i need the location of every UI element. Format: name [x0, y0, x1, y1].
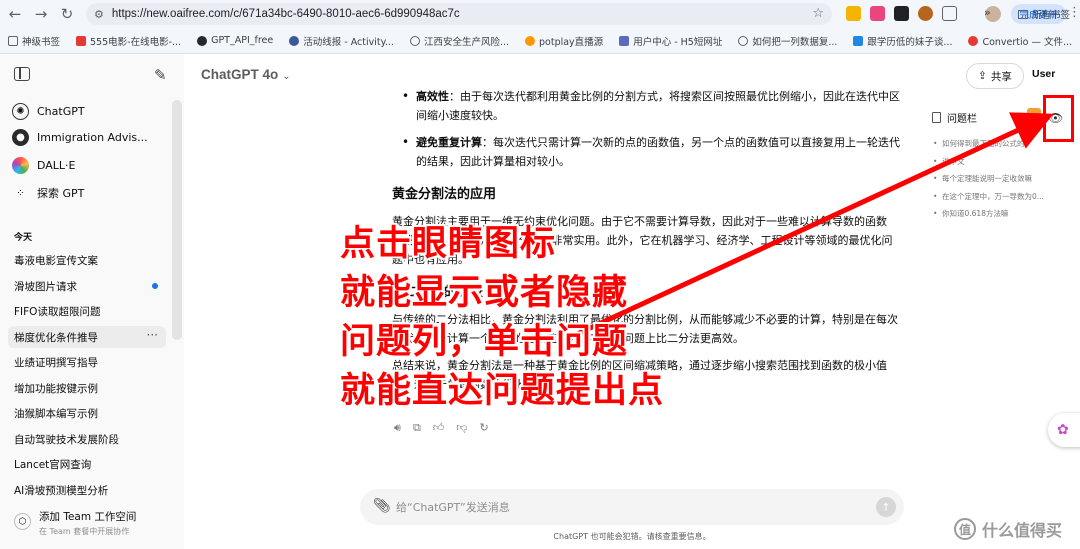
document-icon	[932, 112, 941, 123]
chat-history-item-active[interactable]: 梯度优化条件推导 ···	[8, 326, 166, 348]
folder-icon	[8, 35, 18, 46]
folder-icon	[1018, 9, 1028, 19]
extension-icons	[846, 6, 957, 21]
puzzle-icon[interactable]	[942, 6, 957, 21]
more-bookmarks-icon[interactable]: »	[984, 6, 991, 19]
bullet-efficiency: 高效性：由于每次迭代都利用黄金比例的分割方式，将搜索区间按照最优比例缩小，因此在…	[392, 87, 900, 125]
dalle-icon	[12, 156, 29, 174]
sidebar-item-dalle[interactable]: DALL·E	[12, 153, 172, 177]
globe-icon	[738, 35, 749, 46]
brain-float-button[interactable]: ✿	[1048, 413, 1080, 447]
share-icon: ⇪	[978, 70, 987, 82]
bullet-no-recompute: 避免重复计算：每次迭代只需计算一次新的点的函数值，另一个点的函数值可以直接复用上…	[392, 133, 900, 171]
site-info-icon[interactable]: ⚙	[94, 8, 104, 21]
extension-icon[interactable]	[870, 6, 885, 21]
grid-icon: ⁘	[16, 187, 25, 199]
question-item[interactable]: 说中文	[932, 153, 1072, 171]
message-input[interactable]	[396, 497, 836, 517]
sidebar-item-immigration[interactable]: ● Immigration Advis...	[12, 125, 172, 149]
share-button[interactable]: ⇪ 共享	[966, 63, 1024, 89]
message-composer: 📎︎ ↑	[360, 489, 904, 525]
thumbs-up-icon[interactable]: 👍︎	[433, 421, 445, 435]
bookmark-item[interactable]: potplay直播源	[525, 34, 603, 48]
extension-icon[interactable]	[894, 6, 909, 21]
question-item[interactable]: 在这个定理中，万一导数为0...	[932, 188, 1072, 206]
team-title: 添加 Team 工作空间	[39, 511, 137, 523]
chat-history-item[interactable]: Lancet官网查询	[8, 453, 166, 475]
bookmark-item[interactable]: 555电影-在线电影-...	[76, 34, 181, 48]
bookmark-item[interactable]: 活动线报 - Activity...	[289, 34, 394, 48]
chat-history-item[interactable]: 滑坡图片请求	[8, 275, 166, 297]
site-icon	[525, 35, 535, 46]
bookmarks-bar: 神级书签 555电影-在线电影-... GPT_API_free 活动线报 - …	[0, 28, 1080, 54]
model-selector[interactable]: ChatGPT 4o ⌄	[201, 67, 291, 82]
send-button[interactable]: ↑	[876, 497, 896, 517]
annotation-text: 点击眼睛图标 就能显示或者隐藏 问题列，单击问题 就能直达问题提出点	[340, 224, 665, 411]
user-menu[interactable]: User	[1032, 68, 1055, 80]
section-today-label: 今天	[14, 233, 33, 243]
bookmark-item[interactable]: 用户中心 - H5短网址	[619, 34, 722, 48]
chevron-down-icon: ⌄	[282, 71, 291, 82]
site-icon	[76, 35, 87, 46]
site-icon	[968, 35, 979, 46]
bookmark-item[interactable]: 神级书签	[8, 34, 60, 48]
sidebar-item-chatgpt[interactable]: ✺ ChatGPT	[12, 99, 172, 123]
bookmark-item[interactable]: GPT_API_free	[197, 35, 273, 46]
chat-history-item[interactable]: 自动驾驶技术发展阶段	[8, 428, 166, 450]
disclaimer: ChatGPT 也可能会犯错。请核查重要信息。	[553, 532, 711, 541]
watermark-logo-icon: 值	[954, 518, 976, 540]
globe-icon	[409, 35, 420, 46]
message-actions: 🔊︎ ⧉ 👍︎ 👎︎ ↻	[394, 421, 489, 435]
heading-application: 黄金分割法的应用	[392, 187, 497, 202]
url-text: https://new.oaifree.com/c/671a34bc-6490-…	[111, 8, 460, 20]
site-icon	[289, 35, 300, 46]
immigration-avatar-icon: ●	[12, 128, 29, 146]
team-subtitle: 在 Team 套餐中开展协作	[39, 527, 130, 536]
regenerate-icon[interactable]: ↻	[479, 421, 488, 435]
eye-icon[interactable]: 👁︎	[1048, 111, 1063, 125]
unread-dot	[152, 283, 158, 289]
site-icon	[853, 35, 864, 46]
chat-history-item[interactable]: 毒液电影宣传文案	[8, 249, 166, 271]
sidebar-item-explore-gpt[interactable]: ⁘ 探索 GPT	[12, 181, 172, 205]
chat-history-item[interactable]: 油猴脚本编写示例	[8, 402, 166, 424]
reload-icon[interactable]: ↻	[56, 3, 78, 25]
brain-icon: ✿	[1057, 422, 1069, 438]
bookmark-item[interactable]: Convertio — 文件...	[968, 34, 1072, 48]
paperclip-icon[interactable]: 📎︎	[373, 498, 391, 514]
chat-history-item[interactable]: AI滑坡预测模型分析	[8, 479, 166, 501]
bookmark-item[interactable]: 江西安全生产风险...	[409, 34, 509, 48]
extension-icon[interactable]	[846, 6, 861, 21]
openai-icon: ✺	[12, 102, 29, 120]
add-team-workspace[interactable]: ⬡ 添加 Team 工作空间 在 Team 套餐中开展协作	[14, 509, 174, 537]
chat-history-item[interactable]: 业绩证明撰写指导	[8, 351, 166, 373]
thumbs-down-icon[interactable]: 👎︎	[456, 421, 467, 435]
bookmark-item[interactable]: 如何把一列数据复...	[738, 34, 837, 48]
question-item[interactable]: 每个定理能说明一定收敛嘛	[932, 170, 1072, 188]
bookmark-star-icon[interactable]: ☆	[812, 6, 824, 21]
all-bookmarks[interactable]: 所有书签	[1018, 7, 1070, 21]
chat-history-item[interactable]: 增加功能按键示例	[8, 377, 166, 399]
bookmark-item[interactable]: 跟学历低的妹子谈...	[853, 34, 952, 48]
copy-icon[interactable]: ⧉	[413, 421, 421, 435]
question-list: 如何得到最下面的公式的 说中文 每个定理能说明一定收敛嘛 在这个定理中，万一导数…	[932, 135, 1072, 223]
speaker-icon[interactable]: 🔊︎	[394, 421, 401, 435]
cookie-extension-icon[interactable]	[918, 6, 933, 21]
chat-history-item[interactable]: FIFO读取超限问题	[8, 300, 166, 322]
forward-icon[interactable]: →	[30, 3, 52, 25]
address-bar[interactable]: ⚙ https://new.oaifree.com/c/671a34bc-649…	[86, 3, 832, 25]
shopping-bag-icon[interactable]	[1027, 108, 1041, 124]
more-options-icon[interactable]: ···	[147, 328, 158, 342]
team-icon: ⬡	[14, 513, 31, 530]
sidebar-scrollbar[interactable]	[172, 100, 182, 340]
sidebar: ✎ ✺ ChatGPT ● Immigration Advis... DALL·…	[0, 55, 184, 549]
back-icon[interactable]: ←	[4, 3, 26, 25]
watermark: 值 什么值得买	[954, 517, 1062, 541]
sidebar-toggle-icon[interactable]	[14, 67, 30, 81]
shield-icon	[619, 35, 630, 46]
github-icon	[197, 35, 208, 46]
new-chat-icon[interactable]: ✎	[154, 66, 167, 84]
question-item[interactable]: 你知道0.618方法嘛	[932, 205, 1072, 223]
